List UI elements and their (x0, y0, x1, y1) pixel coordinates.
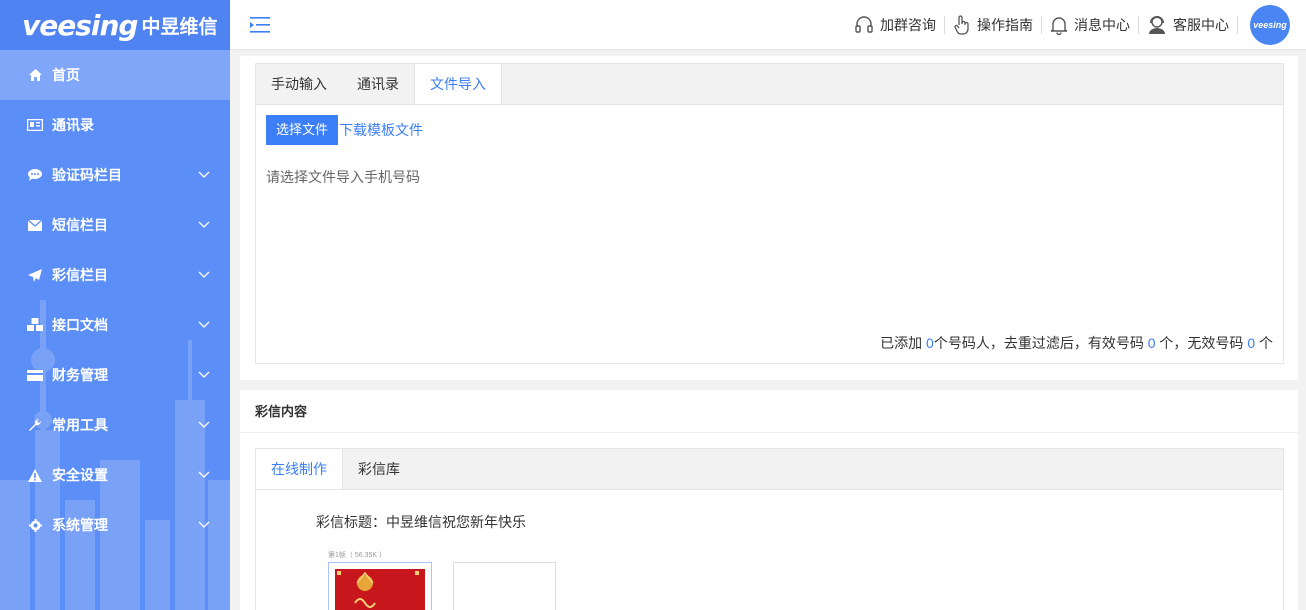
chevron-down-icon (198, 421, 210, 428)
wrench-icon (26, 418, 44, 432)
sidebar-item-label: 安全设置 (52, 467, 108, 483)
sidebar-item-system[interactable]: 系统管理 (0, 500, 230, 550)
mms-frame-1[interactable] (328, 562, 432, 610)
contacts-card-icon (26, 118, 44, 132)
new-year-decoration (337, 571, 419, 608)
stats-mid1: 个号码人，去重过滤后，有效号码 (933, 335, 1148, 351)
import-stats: 已添加 0个号码人，去重过滤后，有效号码 0 个，无效号码 0 个 (880, 333, 1273, 353)
sidebar-item-security[interactable]: 安全设置 (0, 450, 230, 500)
chevron-down-icon (198, 471, 210, 478)
tab-mms-library[interactable]: 彩信库 (343, 449, 415, 490)
sidebar-item-finance[interactable]: 财务管理 (0, 350, 230, 400)
chat-bubble-icon (26, 168, 44, 182)
chevron-down-icon (198, 321, 210, 328)
envelope-icon (26, 218, 44, 232)
stats-added-count: 0 (926, 335, 934, 351)
sidebar-item-label: 接口文档 (52, 317, 108, 333)
brand-name-cn: 中昱维信 (141, 16, 218, 38)
frame-label: 第1帧（ 56.35K ） (328, 552, 386, 559)
mms-content-title: 彩信内容 (240, 390, 1298, 433)
message-center-link[interactable]: 消息中心 (1042, 16, 1139, 35)
chevron-down-icon (198, 271, 210, 278)
message-center-label: 消息中心 (1074, 17, 1130, 33)
stats-suffix: 个 (1255, 335, 1273, 351)
sidebar-item-verification-code[interactable]: 验证码栏目 (0, 150, 230, 200)
home-icon (26, 68, 44, 82)
mms-tabs: 在线制作 彩信库 (255, 448, 1284, 491)
menu-toggle-icon[interactable] (250, 16, 270, 34)
brand-logo[interactable]: veesing 中昱维信 (0, 0, 230, 50)
support-agent-icon (1149, 16, 1165, 34)
customer-service-link[interactable]: 客服中心 (1139, 16, 1238, 34)
guide-link[interactable]: 操作指南 (945, 15, 1042, 35)
sidebar-item-label: 首页 (52, 67, 80, 83)
tab-contacts[interactable]: 通讯录 (342, 64, 414, 105)
number-import-panel: 手动输入 通讯录 文件导入 选择文件 下载模板文件 请选择文件导入手机号码 已添… (240, 56, 1298, 380)
tab-online-create[interactable]: 在线制作 (256, 449, 343, 491)
top-header: 加群咨询 操作指南 消息中心 客服中心 veesing (230, 0, 1306, 50)
chevron-down-icon (198, 521, 210, 528)
mms-title-text: 彩信标题：中昱维信祝您新年快乐 (316, 514, 526, 530)
sidebar-item-label: 系统管理 (52, 517, 108, 533)
chevron-down-icon (198, 171, 210, 178)
sidebar-item-mms[interactable]: 彩信栏目 (0, 250, 230, 300)
avatar[interactable]: veesing (1250, 5, 1290, 45)
download-template-link[interactable]: 下载模板文件 (339, 120, 423, 140)
credit-card-icon (26, 368, 44, 382)
tab-file-import[interactable]: 文件导入 (414, 64, 502, 106)
chevron-down-icon (198, 371, 210, 378)
sidebar-item-label: 彩信栏目 (52, 267, 108, 283)
sidebar-item-sms[interactable]: 短信栏目 (0, 200, 230, 250)
stats-prefix: 已添加 (880, 335, 927, 351)
sidebar-item-contacts[interactable]: 通讯录 (0, 100, 230, 150)
brand-name: veesing (22, 8, 138, 42)
mms-content-panel: 彩信内容 在线制作 彩信库 彩信标题：中昱维信祝您新年快乐 第1帧（ 56.35… (240, 390, 1298, 610)
header-links: 加群咨询 操作指南 消息中心 客服中心 veesing (846, 0, 1290, 50)
sidebar-item-label: 财务管理 (52, 367, 108, 383)
join-group-label: 加群咨询 (880, 17, 936, 33)
headset-icon (855, 16, 873, 33)
bell-icon (1050, 17, 1068, 35)
sidebar-item-label: 通讯录 (52, 117, 94, 133)
join-group-link[interactable]: 加群咨询 (846, 16, 945, 34)
pointing-hand-icon (954, 15, 969, 35)
stats-valid-count: 0 (1147, 335, 1156, 351)
warning-icon (26, 468, 44, 482)
choose-file-button[interactable]: 选择文件 (266, 115, 339, 145)
gear-icon (26, 518, 44, 532)
avatar-text: veesing (1253, 20, 1287, 30)
file-import-body: 选择文件 下载模板文件 请选择文件导入手机号码 已添加 0个号码人，去重过滤后，… (255, 104, 1284, 364)
tab-manual-input[interactable]: 手动输入 (256, 64, 342, 105)
stats-mid2: 个，无效号码 (1155, 335, 1248, 351)
sidebar-item-label: 常用工具 (52, 417, 108, 433)
paper-plane-icon (26, 268, 44, 282)
mms-frame-add[interactable] (453, 562, 556, 610)
sidebar: veesing 中昱维信 首页 通讯录 验证码栏目 短信栏目 彩信栏目 接口文档… (0, 0, 230, 610)
online-create-body: 彩信标题：中昱维信祝您新年快乐 第1帧（ 56.35K ） (255, 489, 1284, 610)
sidebar-item-api-docs[interactable]: 接口文档 (0, 300, 230, 350)
sidebar-item-tools[interactable]: 常用工具 (0, 400, 230, 450)
customer-service-label: 客服中心 (1173, 17, 1229, 33)
sidebar-nav: 首页 通讯录 验证码栏目 短信栏目 彩信栏目 接口文档 财务管理 常用工具 安全… (0, 50, 230, 550)
guide-label: 操作指南 (977, 17, 1033, 33)
import-hint: 请选择文件导入手机号码 (266, 169, 420, 185)
stats-invalid-count: 0 (1247, 335, 1256, 351)
sidebar-item-label: 短信栏目 (52, 217, 108, 233)
cubes-icon (26, 318, 44, 332)
new-year-image (335, 569, 425, 610)
sidebar-item-home[interactable]: 首页 (0, 50, 230, 100)
chevron-down-icon (198, 221, 210, 228)
sidebar-item-label: 验证码栏目 (52, 167, 122, 183)
import-tabs: 手动输入 通讯录 文件导入 (255, 63, 1284, 106)
